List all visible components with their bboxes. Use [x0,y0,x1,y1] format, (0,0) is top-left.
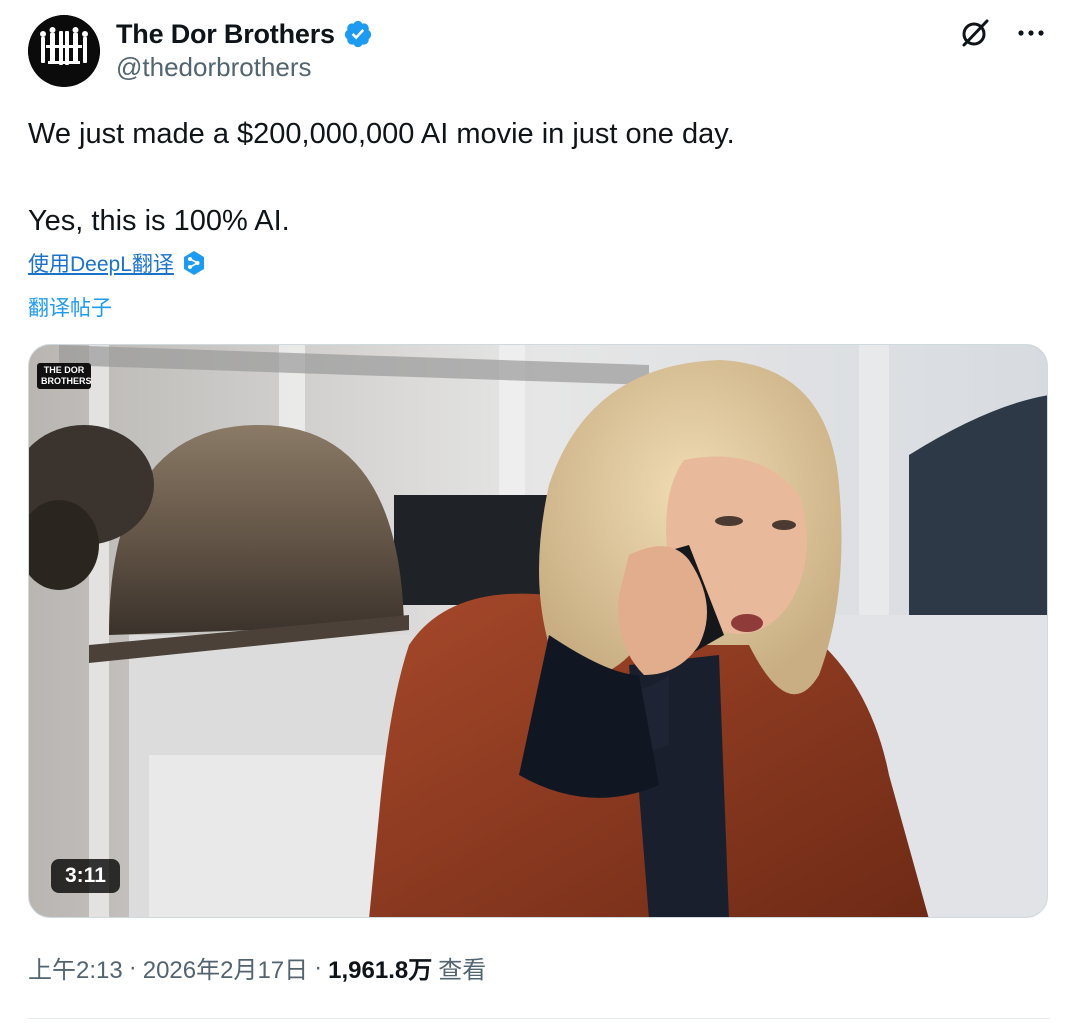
avatar[interactable] [28,15,100,87]
deepl-icon [183,251,204,275]
post-meta: 上午2:13 · 2026年2月17日 · 1,961.8万 查看 [28,950,486,985]
video-thumbnail [29,345,1047,917]
divider [28,1018,1050,1019]
meta-separator: · [128,953,137,981]
grok-icon[interactable] [956,14,994,52]
header-actions [956,14,1050,52]
post-text: We just made a $200,000,000 AI movie in … [28,112,1048,243]
video-player[interactable]: THE DOR BROTHERS 3:11 [28,344,1048,918]
dor-brothers-logo-icon [28,15,100,87]
meta-separator: · [314,953,323,981]
translate-post-link[interactable]: 翻译帖子 [28,292,112,322]
post-text-line: Yes, this is 100% AI. [28,205,290,237]
verified-badge-icon [344,20,371,48]
more-options-icon[interactable] [1012,14,1050,52]
watermark-line: THE DOR [43,365,85,375]
video-duration-badge: 3:11 [51,859,120,893]
watermark-line: BROTHERS [41,376,92,386]
post-time[interactable]: 上午2:13 [28,950,123,985]
deepl-translate-link[interactable]: 使用DeepL翻译 [28,248,174,278]
tweet-detail: The Dor Brothers @thedorbrothers We just… [0,0,1080,1028]
author-handle[interactable]: @thedorbrothers [116,52,312,83]
display-name[interactable]: The Dor Brothers [116,19,335,50]
post-text-line: We just made a $200,000,000 AI movie in … [28,118,735,150]
view-count-label: 查看 [438,957,487,984]
view-count[interactable]: 1,961.8万 [328,950,432,985]
author-name-row: The Dor Brothers [116,16,373,52]
deepl-translate[interactable]: 使用DeepL翻译 [28,248,206,278]
video-watermark: THE DOR BROTHERS [37,363,92,389]
post-date[interactable]: 2026年2月17日 [143,950,308,985]
